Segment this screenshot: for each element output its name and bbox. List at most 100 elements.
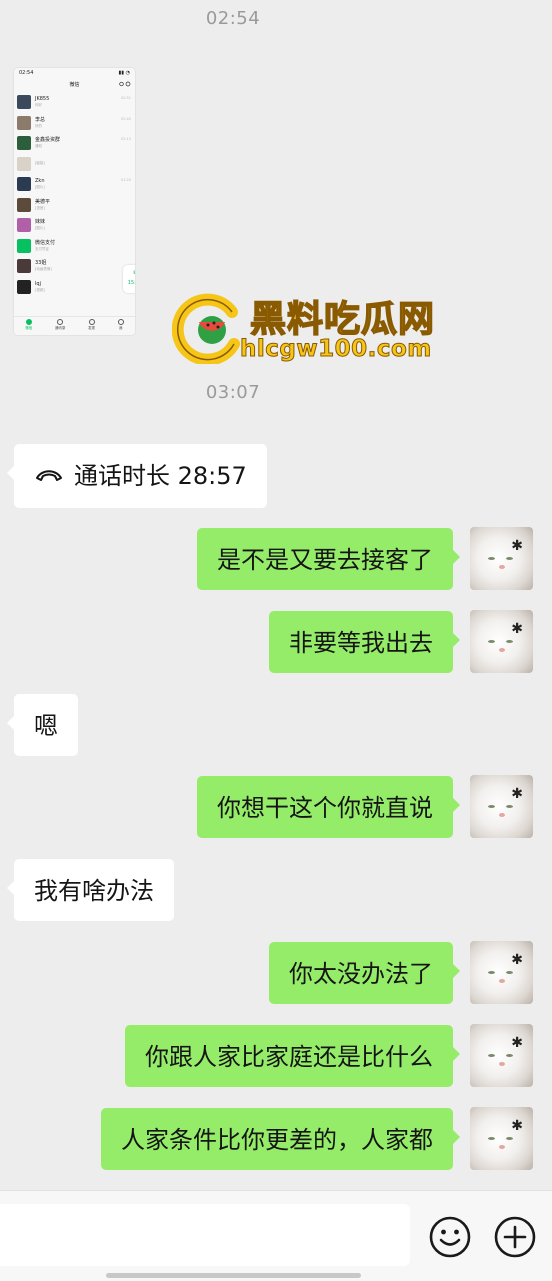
thumb-chat-row: 金鑫投资群 通知 02:13 [14,133,135,154]
anger-mark-icon: ✱ [511,538,523,554]
thumb-call-duration: 15:38 [127,280,135,286]
thumb-avatar [17,95,31,110]
thumb-chat-row: lqj [视频] [14,277,135,298]
thumb-chat-row: 微信支付 支付凭证 [14,236,135,257]
thumb-chat-list: JK855 你好 02:51 李总 好的 02:40 金鑫投资群 通知 02:13 [链接] Zkn… [14,92,135,297]
thumb-chat-row: 33姐 [动画表情] [14,256,135,277]
message-text: 嗯 [34,712,58,740]
thumb-chat-name: lqj [35,280,41,287]
thumb-chat-preview: [链接] [35,161,45,166]
thumb-status-bar: 02:54 ▮▮ ◔ [14,68,135,78]
thumb-avatar [17,136,31,151]
message-text: 是不是又要去接客了 [217,546,433,574]
call-duration-text: 通话时长 28:57 [74,462,247,490]
thumb-chat-row: [链接] [14,154,135,175]
outgoing-message[interactable]: 非要等我出去 [269,611,460,673]
thumb-chat-row: 妹妹 [图片] [14,215,135,236]
thumb-chat-row: 李总 好的 02:40 [14,113,135,134]
thumb-tab-contacts: 通讯录 [55,319,65,331]
outgoing-message[interactable]: 人家条件比你更差的，人家都 [101,1108,460,1170]
thumb-chat-name: 李总 [35,116,46,123]
thumb-compass-icon [88,319,95,325]
message-text: 我有啥办法 [34,877,154,905]
thumb-chat-preview: 通知 [35,144,42,149]
thumb-chat-time: 01:20 [120,178,131,182]
thumb-chat-preview: 支付凭证 [35,246,49,251]
thumb-person-icon [117,319,124,325]
thumb-avatar [17,197,31,212]
thumb-avatar [17,279,31,294]
thumb-search-add-icon [119,81,131,87]
incoming-message[interactable]: 我有啥办法 [7,859,174,921]
thumb-contacts-icon [57,319,64,325]
thumb-chat-preview: 你好 [35,103,42,108]
thumb-call-chip: ✆ 15:38 [123,265,135,293]
thumb-chat-name: 美德平 [35,198,51,205]
thumb-chat-name: 微信支付 [35,239,56,246]
thumb-chat-preview: [视频] [35,287,45,292]
thumb-avatar [17,177,31,192]
thumb-chat-time: 02:51 [120,96,131,100]
thumb-avatar [17,218,31,233]
thumb-tab-bar: 微信 通讯录 发现 我 [14,316,135,335]
message-text: 人家条件比你更差的，人家都 [121,1126,433,1154]
thumb-status-icons: ▮▮ ◔ [118,70,130,76]
message-text: 非要等我出去 [289,629,433,657]
call-record-bubble[interactable]: 通话时长 28:57 [7,444,267,508]
plus-circle-icon[interactable] [493,1215,537,1259]
anger-mark-icon: ✱ [511,621,523,637]
thumb-chat-row: 美德平 [语音] [14,195,135,216]
thumb-chat-preview: [图片] [35,185,45,190]
thumb-avatar [17,115,31,130]
thumb-chat-preview: [动画表情] [35,267,52,272]
thumb-chat-preview: [语音] [35,205,45,210]
anger-mark-icon: ✱ [511,786,523,802]
thumb-avatar [17,259,31,274]
watermark: 黑料吃瓜网 hlcgw100.com [172,288,447,368]
watermark-url: hlcgw100.com [240,336,432,363]
thumb-tab-me: 我 [117,319,124,331]
avatar[interactable]: ✱ [470,610,533,673]
thumb-chat-preview: [图片] [35,226,45,231]
outgoing-message[interactable]: 你太没办法了 [269,942,460,1004]
thumb-title: 微信 [69,82,80,88]
anger-mark-icon: ✱ [511,1118,523,1134]
thumb-chat-icon [25,319,32,325]
thumb-chat-time: 02:40 [120,116,131,121]
thumb-chat-row: JK855 你好 02:51 [14,92,135,113]
message-text: 你跟人家比家庭还是比什么 [145,1043,433,1071]
timestamp: 03:07 [205,382,261,403]
thumb-tab-chats: 微信 [25,319,32,331]
anger-mark-icon: ✱ [511,952,523,968]
thumb-chat-time: 02:13 [120,137,131,141]
smiley-face-icon[interactable] [428,1215,472,1259]
avatar[interactable]: ✱ [470,1024,533,1087]
watermark-logo-icon [172,293,240,364]
outgoing-message[interactable]: 你跟人家比家庭还是比什么 [125,1025,460,1087]
thumb-avatar [17,156,31,171]
avatar[interactable]: ✱ [470,1107,533,1170]
avatar[interactable]: ✱ [470,527,533,590]
thumb-header: 微信 [14,78,135,92]
anger-mark-icon: ✱ [511,1035,523,1051]
screenshot-image-message[interactable]: 02:54 ▮▮ ◔ 微信 JK855 你好 02:51 李总 好的 02:40 金鑫投资群… [14,68,135,335]
avatar[interactable]: ✱ [470,775,533,838]
avatar[interactable]: ✱ [470,941,533,1004]
message-text: 你想干这个你就直说 [217,794,433,822]
watermark-title: 黑料吃瓜网 [249,298,436,341]
phone-hangup-icon [36,470,62,481]
outgoing-message[interactable]: 你想干这个你就直说 [197,776,460,838]
timestamp: 02:54 [205,8,261,29]
input-bar [0,1190,552,1281]
thumb-chat-preview: 好的 [35,123,42,128]
thumb-avatar [17,238,31,253]
thumb-status-time: 02:54 [19,70,34,76]
message-text: 你太没办法了 [289,960,433,988]
thumb-phone-icon: ✆ [132,270,135,276]
thumb-tab-discover: 发现 [88,319,95,331]
thumb-chat-row: Zkn [图片] 01:20 [14,174,135,195]
outgoing-message[interactable]: 是不是又要去接客了 [197,528,460,590]
incoming-message[interactable]: 嗯 [7,694,78,756]
home-indicator [106,1273,361,1278]
message-input[interactable] [0,1204,410,1266]
